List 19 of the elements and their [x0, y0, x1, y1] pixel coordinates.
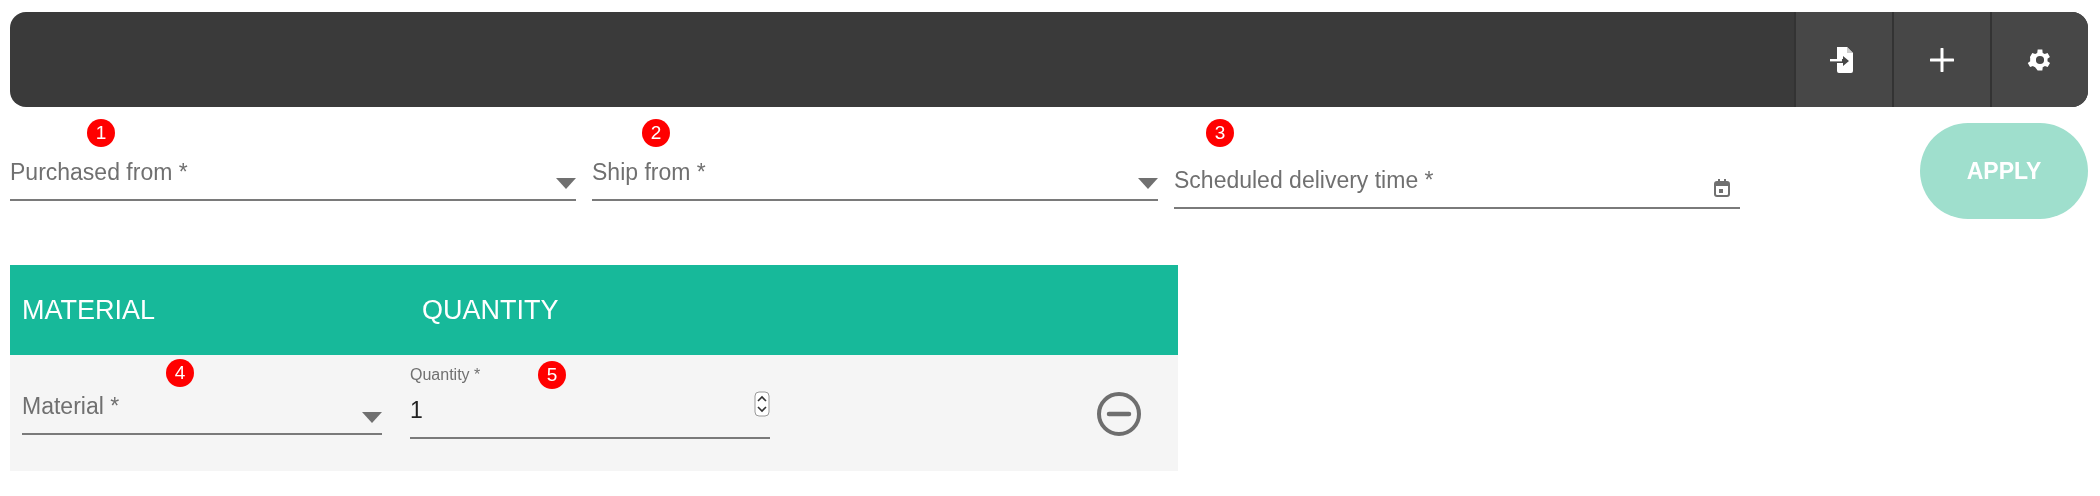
number-badge: 1 — [87, 119, 115, 147]
settings-button[interactable] — [1990, 12, 2088, 107]
dropdown-arrow-icon — [556, 178, 576, 189]
plus-icon — [1930, 47, 1954, 72]
remove-button[interactable] — [1096, 391, 1142, 437]
dropdown-arrow-icon — [362, 412, 382, 423]
file-import-button[interactable] — [1794, 12, 1892, 107]
select-field[interactable]: Material * 4 — [22, 355, 382, 435]
number-badge: 3 — [1206, 119, 1234, 147]
minus-circle-icon — [1096, 391, 1142, 437]
dropdown-arrow-icon — [1138, 178, 1158, 189]
number-badge: 5 — [538, 361, 566, 389]
column-header: QUANTITY — [421, 293, 560, 327]
spinner-icon — [754, 391, 770, 417]
column-header: MATERIAL — [21, 293, 157, 327]
calendar-icon — [1714, 179, 1730, 197]
number-field[interactable]: Quantity * 1 5 — [410, 355, 770, 439]
number-badge: 4 — [166, 359, 194, 387]
number-badge: 2 — [642, 119, 670, 147]
